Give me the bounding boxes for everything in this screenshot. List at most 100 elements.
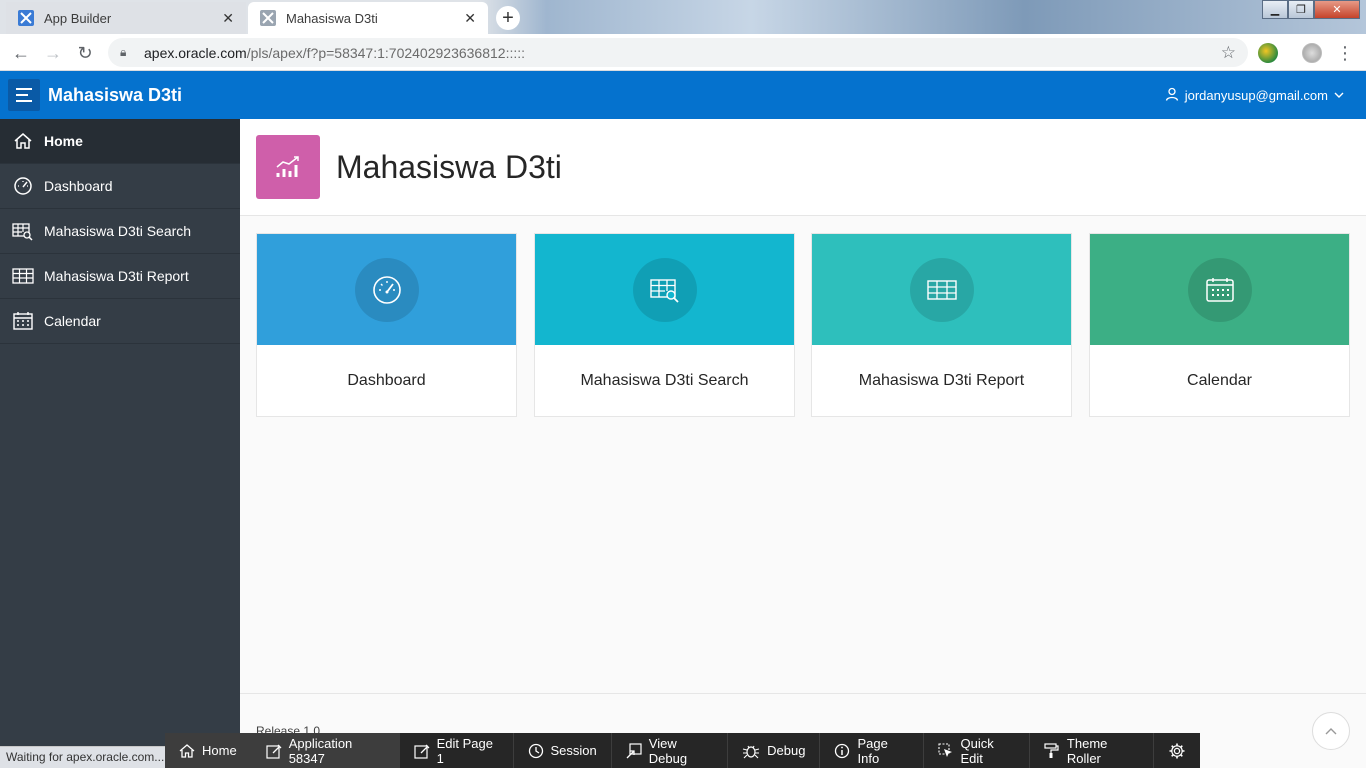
browser-tab-title: App Builder xyxy=(44,10,112,26)
info-icon xyxy=(835,743,850,758)
dev-debug-button[interactable]: Debug xyxy=(728,733,821,768)
dev-theme-roller-button[interactable]: Theme Roller xyxy=(1030,733,1154,768)
clock-icon xyxy=(528,743,543,758)
side-navigation: Home Dashboard Mahasiswa D3ti Search Mah… xyxy=(0,119,240,768)
card-label: Calendar xyxy=(1187,372,1252,389)
hero-region: Mahasiswa D3ti xyxy=(240,119,1366,216)
new-tab-button[interactable]: + xyxy=(496,6,520,30)
developer-toolbar: Home Application 58347 Edit Page 1 Sessi… xyxy=(165,733,1200,768)
edit-icon xyxy=(266,744,282,759)
sidebar-item-search[interactable]: Mahasiswa D3ti Search xyxy=(0,209,240,254)
dev-item-label: Debug xyxy=(767,743,806,758)
app-header: Mahasiswa D3ti jordanyusup@gmail.com xyxy=(0,71,1366,119)
dev-edit-page-button[interactable]: Edit Page 1 xyxy=(400,733,514,768)
back-arrow-icon[interactable]: ← xyxy=(10,42,32,64)
browser-tab-bar: App Builder ✕ Mahasiswa D3ti ✕ + ▁ ❐ ✕ xyxy=(0,0,1366,34)
dev-application-button[interactable]: Application 58347 xyxy=(251,733,400,768)
app-title[interactable]: Mahasiswa D3ti xyxy=(48,85,182,106)
sidebar-item-report[interactable]: Mahasiswa D3ti Report xyxy=(0,254,240,299)
card-label: Dashboard xyxy=(347,372,426,389)
browser-tab-app-builder[interactable]: App Builder ✕ xyxy=(6,2,246,34)
dev-settings-button[interactable] xyxy=(1154,733,1200,768)
dev-item-label: Edit Page 1 xyxy=(436,735,493,766)
dashboard-icon xyxy=(12,175,34,197)
restore-icon[interactable]: ❐ xyxy=(1288,0,1314,19)
table-icon xyxy=(909,257,974,322)
dev-item-label: Application 58347 xyxy=(288,735,353,766)
scroll-to-top-button[interactable] xyxy=(1312,712,1350,750)
table-icon xyxy=(12,265,34,287)
dashboard-icon xyxy=(354,257,419,322)
reload-icon[interactable]: ↻ xyxy=(74,42,96,64)
sidebar-item-label: Calendar xyxy=(44,313,101,329)
extension-icon[interactable] xyxy=(1258,43,1278,63)
edit-icon xyxy=(414,744,430,759)
dev-item-label: Session xyxy=(550,743,597,758)
card-search[interactable]: Mahasiswa D3ti Search xyxy=(534,233,795,417)
cursor-icon xyxy=(937,742,952,757)
dev-item-label: View Debug xyxy=(648,735,688,766)
search-table-icon xyxy=(632,257,697,322)
window-close-icon[interactable]: ✕ xyxy=(1314,0,1360,19)
menu-toggle-button[interactable] xyxy=(8,79,40,111)
browser-tab-title: Mahasiswa D3ti xyxy=(286,10,378,26)
bug-icon xyxy=(743,745,760,758)
dev-session-button[interactable]: Session xyxy=(514,733,612,768)
sidebar-item-calendar[interactable]: Calendar xyxy=(0,299,240,344)
minimize-icon[interactable]: ▁ xyxy=(1262,0,1288,19)
forward-arrow-icon[interactable]: → xyxy=(42,42,64,64)
card-label: Mahasiswa D3ti Report xyxy=(858,372,1025,389)
calendar-icon xyxy=(1187,257,1252,322)
card-banner xyxy=(535,234,794,345)
dev-item-label: Quick Edit xyxy=(960,735,994,766)
home-icon xyxy=(12,130,34,152)
card-dashboard[interactable]: Dashboard xyxy=(256,233,517,417)
search-table-icon xyxy=(12,220,34,242)
browser-toolbar: ← → ↻ 🔒︎ apex.oracle.com/pls/apex/f?p=58… xyxy=(0,34,1366,71)
browser-menu-icon[interactable]: ⋮ xyxy=(1334,42,1356,64)
gear-icon xyxy=(1169,743,1185,758)
lock-icon: 🔒︎ xyxy=(120,45,127,59)
apex-favicon-icon xyxy=(18,10,34,26)
calendar-icon xyxy=(12,310,34,332)
chevron-down-icon xyxy=(1334,88,1344,103)
card-calendar[interactable]: Calendar xyxy=(1089,233,1350,417)
card-banner xyxy=(257,234,516,345)
dev-item-label: Theme Roller xyxy=(1066,735,1108,766)
close-tab-icon[interactable]: ✕ xyxy=(464,10,476,27)
url-host: apex.oracle.com xyxy=(144,44,247,61)
view-debug-icon xyxy=(626,742,642,758)
close-tab-icon[interactable]: ✕ xyxy=(222,10,234,27)
url-path: /pls/apex/f?p=58347:1:702402923636812:::… xyxy=(246,44,526,61)
browser-tab-mahasiswa[interactable]: Mahasiswa D3ti ✕ xyxy=(248,2,488,34)
bookmark-star-icon[interactable]: ☆ xyxy=(1221,43,1236,63)
dev-page-info-button[interactable]: Page Info xyxy=(820,733,924,768)
card-report[interactable]: Mahasiswa D3ti Report xyxy=(811,233,1072,417)
page-title: Mahasiswa D3ti xyxy=(336,149,562,185)
sidebar-item-label: Mahasiswa D3ti Search xyxy=(44,223,192,239)
sidebar-item-dashboard[interactable]: Dashboard xyxy=(0,164,240,209)
card-label: Mahasiswa D3ti Search xyxy=(580,372,749,389)
paint-roller-icon xyxy=(1044,742,1059,758)
profile-avatar[interactable] xyxy=(1302,43,1322,63)
user-email: jordanyusup@gmail.com xyxy=(1184,88,1328,103)
dev-home-button[interactable]: Home xyxy=(165,733,252,768)
dev-item-label: Page Info xyxy=(857,735,888,766)
sidebar-item-home[interactable]: Home xyxy=(0,119,240,164)
dev-quick-edit-button[interactable]: Quick Edit xyxy=(924,733,1030,768)
chart-icon xyxy=(256,135,320,199)
main-content: Mahasiswa D3ti Dashboard Mahasiswa D3ti … xyxy=(240,119,1366,768)
dev-item-label: Home xyxy=(202,743,237,758)
sidebar-item-label: Mahasiswa D3ti Report xyxy=(44,268,189,284)
user-menu[interactable]: jordanyusup@gmail.com xyxy=(1165,87,1344,104)
sidebar-item-label: Home xyxy=(44,133,83,149)
address-bar[interactable]: 🔒︎ apex.oracle.com/pls/apex/f?p=58347:1:… xyxy=(108,38,1248,67)
window-controls: ▁ ❐ ✕ xyxy=(1262,0,1360,19)
chevron-up-icon xyxy=(1325,728,1337,735)
sidebar-item-label: Dashboard xyxy=(44,178,113,194)
home-icon xyxy=(179,743,195,758)
dev-view-debug-button[interactable]: View Debug xyxy=(612,733,729,768)
user-icon xyxy=(1165,87,1179,104)
card-banner xyxy=(812,234,1071,345)
browser-status-text: Waiting for apex.oracle.com... xyxy=(0,746,172,768)
